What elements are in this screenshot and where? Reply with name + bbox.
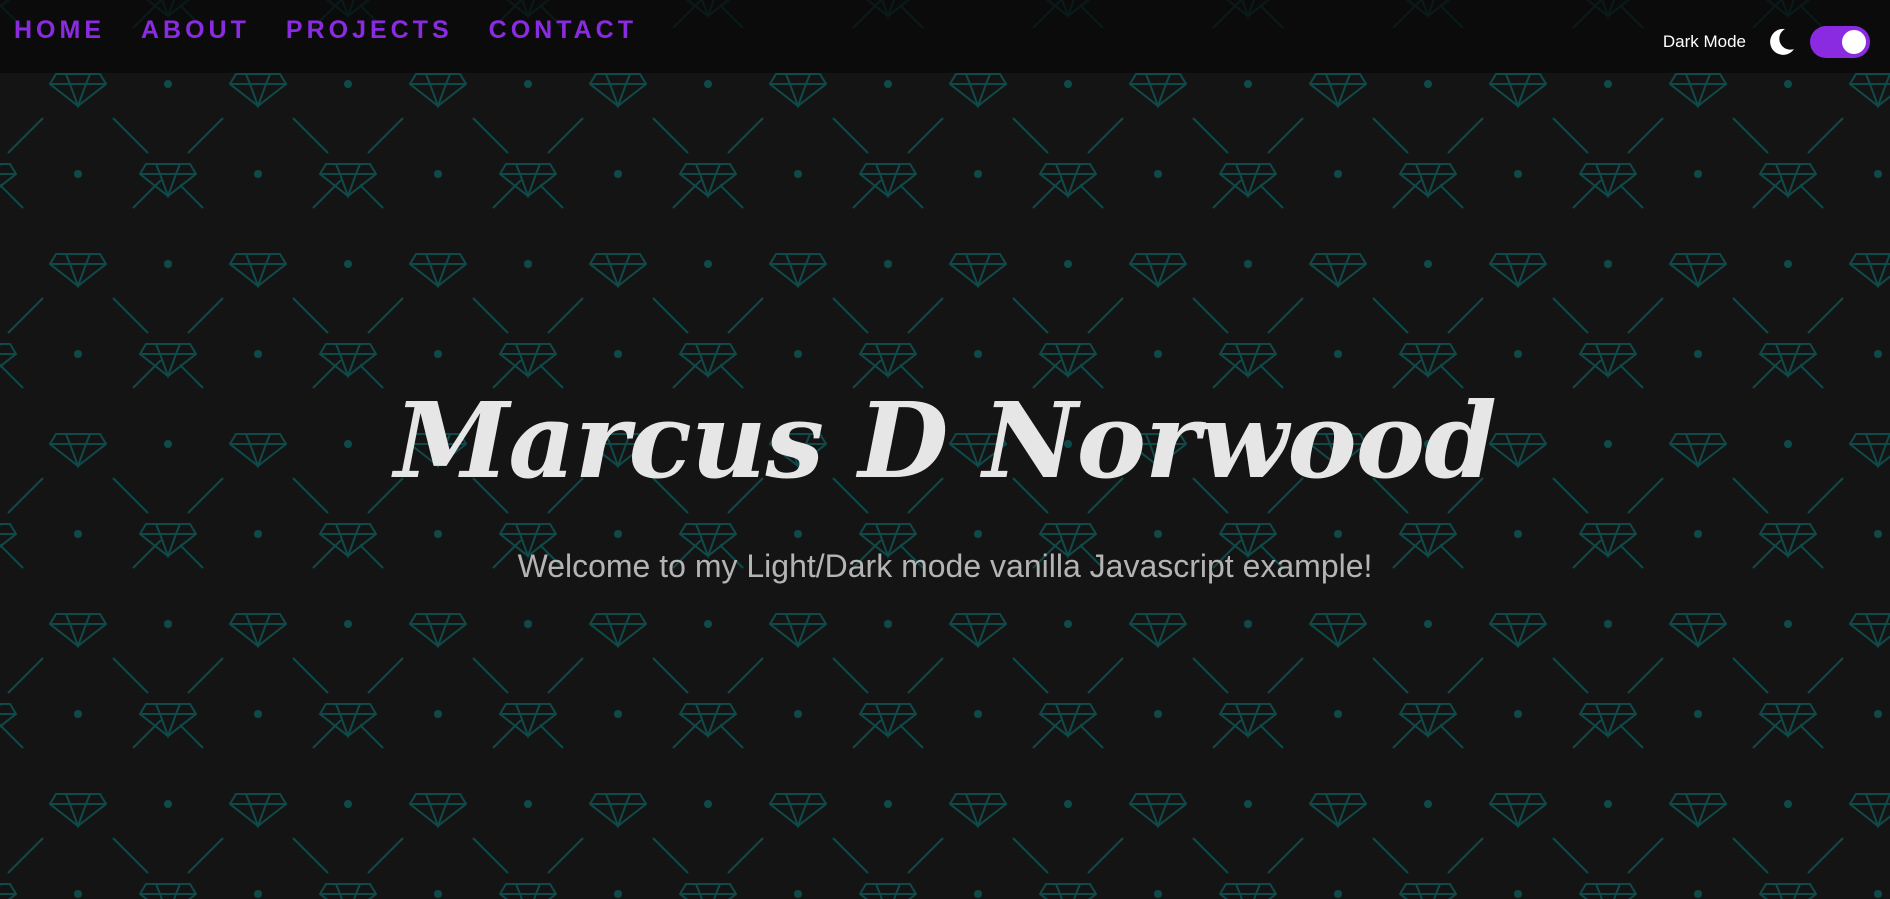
nav-link-home[interactable]: HOME xyxy=(14,16,105,45)
theme-switch: Dark Mode xyxy=(1663,26,1870,58)
nav-link-contact[interactable]: CONTACT xyxy=(489,16,637,45)
hero-title: Marcus D Norwood xyxy=(394,379,1497,502)
hero-subtitle: Welcome to my Light/Dark mode vanilla Ja… xyxy=(517,548,1373,584)
toggle-knob xyxy=(1842,30,1866,54)
dark-mode-label: Dark Mode xyxy=(1662,32,1746,51)
hero-section: Marcus D Norwood Welcome to my Light/Dar… xyxy=(0,0,1890,899)
nav-link-about[interactable]: ABOUT xyxy=(141,16,250,45)
top-nav: HOME ABOUT PROJECTS CONTACT Dark Mode xyxy=(0,0,1890,73)
nav-link-projects[interactable]: PROJECTS xyxy=(286,16,453,45)
dark-mode-toggle[interactable] xyxy=(1810,26,1870,58)
nav-links: HOME ABOUT PROJECTS CONTACT xyxy=(14,16,637,45)
moon-icon xyxy=(1770,28,1794,55)
